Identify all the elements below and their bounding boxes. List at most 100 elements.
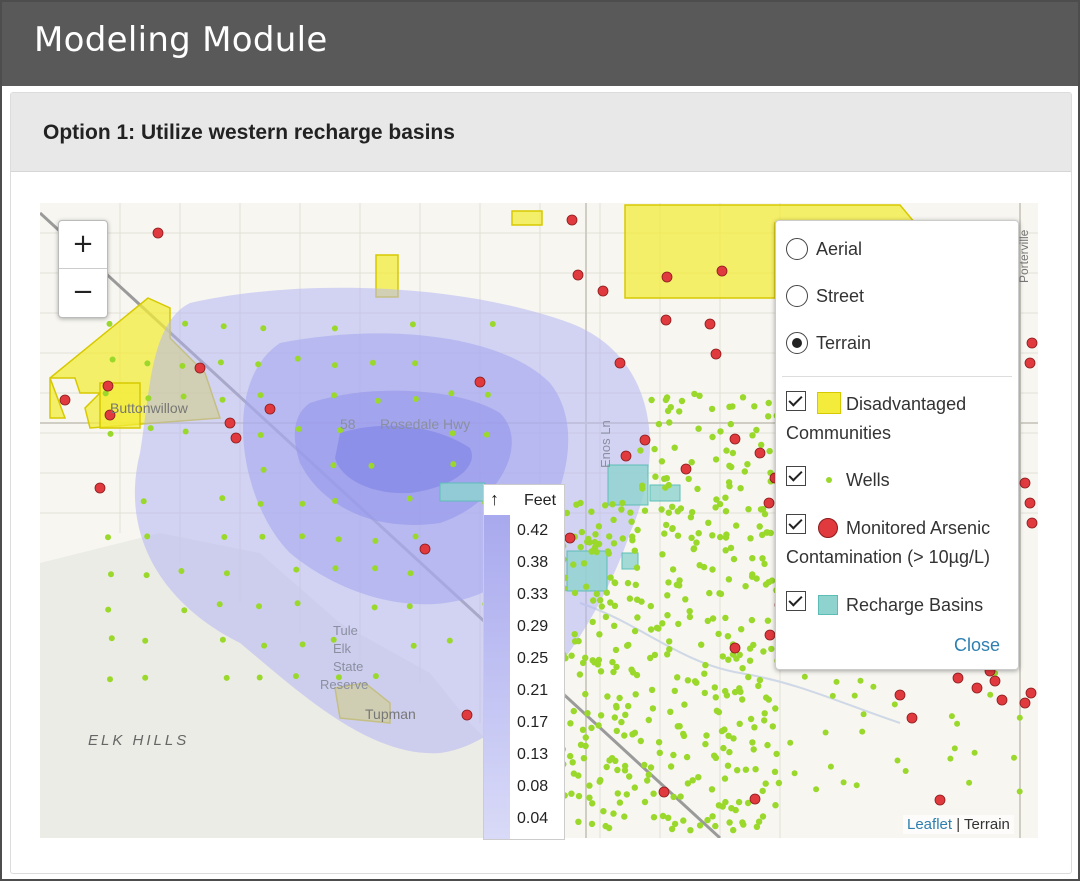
well-point — [684, 677, 692, 684]
well-point — [683, 753, 691, 761]
well-point — [483, 431, 490, 438]
legend-value: 0.04 — [517, 810, 549, 827]
well-point — [753, 823, 761, 830]
well-point — [299, 500, 306, 507]
arsenic-point — [749, 793, 761, 805]
well-point — [761, 560, 768, 568]
well-point — [954, 720, 961, 727]
arsenic-point — [989, 675, 1001, 687]
page-title: Modeling Module — [34, 20, 328, 60]
well-point — [719, 803, 726, 810]
legend-value: 0.42 — [517, 522, 549, 539]
well-point — [406, 495, 413, 502]
well-point — [372, 673, 379, 680]
wells-checkbox[interactable] — [786, 466, 806, 486]
well-point — [144, 360, 151, 367]
well-point — [735, 798, 743, 806]
well-point — [602, 613, 610, 621]
arsenic-point — [661, 271, 673, 283]
well-point — [709, 433, 716, 441]
well-point — [142, 674, 149, 681]
well-point — [616, 694, 623, 702]
well-point — [671, 444, 678, 451]
well-point — [676, 723, 683, 730]
recharge-checkbox[interactable] — [786, 591, 806, 611]
aerial-radio[interactable] — [786, 238, 808, 260]
well-point — [739, 696, 746, 703]
well-point — [181, 607, 188, 614]
zoom-in-button[interactable]: + — [59, 221, 107, 269]
well-point — [696, 822, 704, 829]
well-point — [596, 631, 603, 638]
well-point — [760, 648, 767, 655]
well-point — [773, 750, 780, 758]
leaflet-link[interactable]: Leaflet — [907, 816, 952, 833]
well-point — [671, 820, 679, 828]
well-point — [625, 702, 632, 710]
well-point — [293, 673, 299, 680]
well-point — [680, 730, 687, 738]
well-point — [580, 560, 588, 567]
well-point — [706, 589, 713, 597]
legend-unit: Feet — [524, 492, 557, 509]
well-point — [833, 678, 840, 685]
well-point — [412, 396, 419, 402]
well-point — [641, 507, 649, 514]
arsenic-point — [1026, 517, 1038, 529]
well-point — [634, 526, 641, 534]
arsenic-point — [716, 265, 728, 277]
well-point — [674, 532, 682, 539]
arsenic-point — [996, 694, 1008, 706]
street-radio[interactable] — [786, 285, 808, 307]
well-point — [107, 430, 114, 437]
well-point — [569, 759, 576, 766]
well-point — [696, 562, 703, 569]
well-point — [713, 707, 721, 714]
arsenic-point — [1026, 337, 1038, 349]
well-point — [623, 791, 630, 798]
well-point — [685, 475, 692, 483]
zoom-out-button[interactable]: − — [59, 269, 107, 316]
arsenic-checkbox[interactable] — [786, 514, 806, 534]
well-point — [709, 566, 716, 573]
well-point — [742, 583, 749, 590]
well-point — [644, 777, 651, 784]
well-point — [259, 533, 266, 540]
well-point — [219, 495, 226, 502]
close-layer-control-button[interactable]: Close — [954, 635, 1000, 656]
arsenic-point — [614, 357, 626, 369]
arsenic-point — [230, 432, 242, 444]
well-point — [107, 676, 113, 683]
terrain-radio[interactable] — [786, 332, 808, 354]
aerial-label: Aerial — [816, 239, 863, 259]
disadvantaged-swatch — [817, 392, 841, 414]
arsenic-point — [620, 450, 632, 462]
well-point — [761, 717, 768, 724]
well-point — [621, 732, 628, 739]
arsenic-point — [680, 463, 692, 475]
well-point — [217, 359, 224, 366]
well-point — [260, 466, 267, 473]
well-point — [613, 727, 620, 735]
arsenic-point — [658, 786, 670, 798]
well-point — [751, 403, 758, 410]
well-point — [748, 616, 756, 624]
arsenic-point — [1024, 357, 1036, 369]
attribution-separator: | — [952, 816, 965, 833]
well-point — [738, 626, 745, 633]
well-point — [827, 763, 834, 770]
disadvantaged-checkbox[interactable] — [786, 391, 806, 411]
well-point — [576, 671, 584, 678]
well-point — [609, 658, 616, 666]
well-point — [971, 749, 978, 756]
well-point — [591, 538, 598, 546]
well-point — [582, 690, 589, 698]
well-point — [610, 540, 618, 547]
well-point — [709, 813, 716, 820]
well-point — [677, 793, 684, 800]
label-porterville: Porterville — [1017, 229, 1031, 283]
well-point — [589, 657, 596, 664]
arsenic-point — [102, 380, 114, 392]
well-point — [750, 641, 757, 649]
well-point — [409, 321, 416, 328]
